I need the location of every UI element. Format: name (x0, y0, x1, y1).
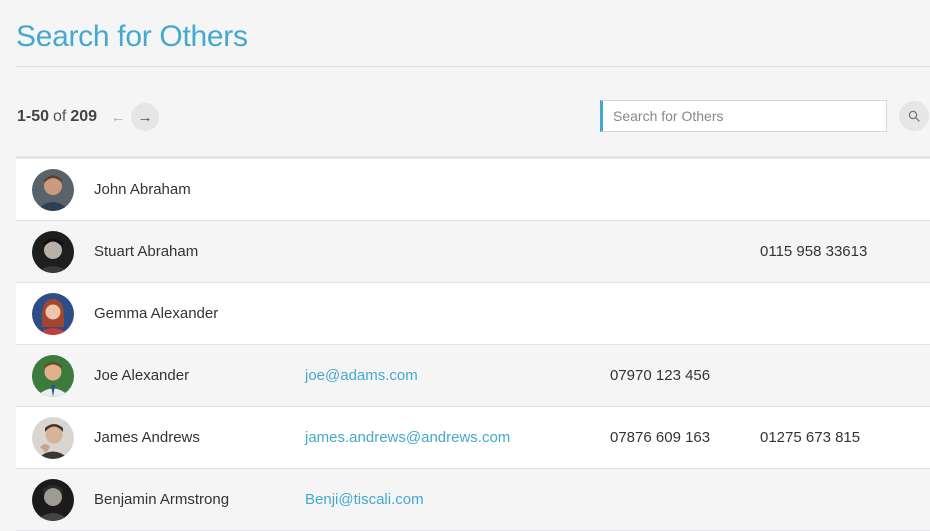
avatar (32, 355, 74, 397)
person-name[interactable]: James Andrews (94, 429, 200, 446)
pager-of: of (53, 108, 67, 125)
avatar (32, 417, 74, 459)
people-list: John Abraham Stuart Abraham 0115 958 336… (16, 156, 930, 531)
list-item[interactable]: James Andrews james.andrews@andrews.com … (16, 407, 930, 469)
person-phone: 01275 673 815 (760, 429, 861, 446)
person-email[interactable]: joe@adams.com (305, 367, 418, 384)
avatar (32, 169, 74, 211)
search-input[interactable] (603, 101, 883, 131)
pager-range: 1-50 (17, 108, 50, 125)
person-email[interactable]: Benji@tiscali.com (305, 491, 424, 508)
list-item[interactable]: Stuart Abraham 0115 958 33613 (16, 221, 930, 283)
list-item[interactable]: John Abraham (16, 159, 930, 221)
search-button[interactable] (899, 101, 929, 131)
person-name[interactable]: Stuart Abraham (94, 243, 198, 260)
pagination: 1-50 of 209 ← → (17, 103, 160, 131)
avatar (32, 479, 74, 521)
page-title: Search for Others (16, 20, 248, 53)
avatar (32, 293, 74, 335)
list-item[interactable]: Gemma Alexander (16, 283, 930, 345)
person-phone: 0115 958 33613 (760, 243, 868, 260)
title-divider (16, 66, 930, 67)
person-name[interactable]: Joe Alexander (94, 367, 189, 384)
magnifier-icon (908, 110, 920, 122)
person-email[interactable]: james.andrews@andrews.com (305, 429, 510, 446)
pager-total: 209 (70, 108, 98, 125)
list-item[interactable]: Joe Alexander joe@adams.com 07970 123 45… (16, 345, 930, 407)
arrow-right-icon[interactable]: → (131, 103, 160, 131)
arrow-left-icon[interactable]: ← (109, 109, 127, 126)
person-name[interactable]: John Abraham (94, 181, 191, 198)
avatar (32, 231, 74, 273)
person-name[interactable]: Gemma Alexander (94, 305, 218, 322)
person-name[interactable]: Benjamin Armstrong (94, 491, 229, 508)
list-item[interactable]: Benjamin Armstrong Benji@tiscali.com (16, 469, 930, 531)
person-mobile: 07876 609 163 (610, 429, 711, 446)
person-mobile: 07970 123 456 (610, 367, 711, 384)
search-panel: Search for Others 1-50 of 209 ← → Search… (0, 0, 930, 531)
search-field[interactable] (600, 100, 887, 132)
